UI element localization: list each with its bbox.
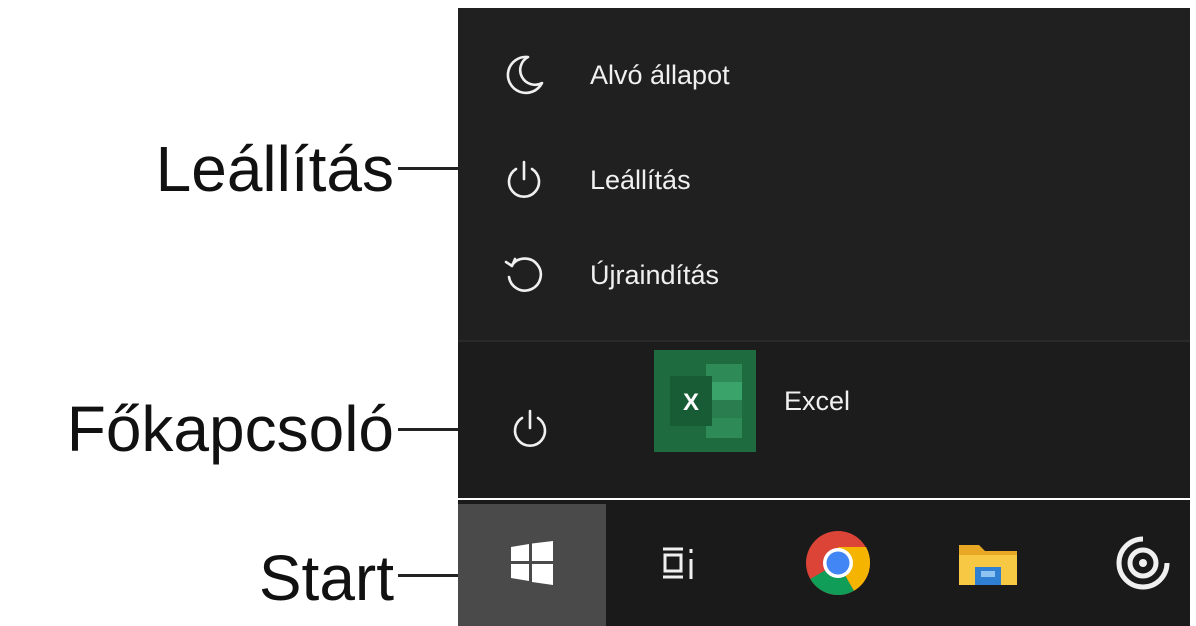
power-options-menu: Alvó állapot Leállítás Újraindítás xyxy=(458,8,1190,342)
menu-item-sleep[interactable]: Alvó állapot xyxy=(458,35,1190,115)
excel-icon: X xyxy=(654,350,756,452)
excel-app-label: Excel xyxy=(784,386,851,416)
groove-music-taskbar-button[interactable] xyxy=(1108,530,1178,600)
callout-start-label: Start xyxy=(258,542,394,614)
power-icon xyxy=(500,156,548,204)
menu-item-sleep-label: Alvó állapot xyxy=(590,59,730,90)
svg-text:X: X xyxy=(683,389,699,416)
callout-shutdown-leader-line xyxy=(398,167,458,170)
callout-power-label: Főkapcsoló xyxy=(66,393,394,465)
chrome-icon xyxy=(804,529,872,602)
task-view-icon xyxy=(657,541,701,590)
power-button[interactable] xyxy=(502,403,558,459)
excel-app-tile[interactable]: X xyxy=(654,350,756,452)
groove-music-icon xyxy=(1115,535,1171,596)
callout-start-leader-line xyxy=(398,574,458,577)
start-menu: Alvó állapot Leállítás Újraindítás X Exc… xyxy=(458,8,1190,498)
power-icon xyxy=(508,407,552,456)
menu-item-restart-label: Újraindítás xyxy=(590,259,720,290)
moon-icon xyxy=(500,51,548,99)
menu-item-shutdown-label: Leállítás xyxy=(590,164,691,195)
windows-icon xyxy=(509,540,555,591)
annotated-screenshot: Leállítás Főkapcsoló Start Alvó állapot xyxy=(0,0,1196,626)
callout-power-leader-line xyxy=(398,428,458,431)
restart-icon xyxy=(500,251,548,299)
callout-shutdown-label: Leállítás xyxy=(155,133,394,205)
menu-item-restart[interactable]: Újraindítás xyxy=(458,235,1190,315)
menu-item-shutdown[interactable]: Leállítás xyxy=(458,140,1190,220)
taskbar xyxy=(458,500,1190,626)
file-explorer-icon xyxy=(955,533,1021,598)
start-button[interactable] xyxy=(458,504,606,626)
chrome-taskbar-button[interactable] xyxy=(803,530,873,600)
task-view-button[interactable] xyxy=(644,530,714,600)
file-explorer-taskbar-button[interactable] xyxy=(953,530,1023,600)
